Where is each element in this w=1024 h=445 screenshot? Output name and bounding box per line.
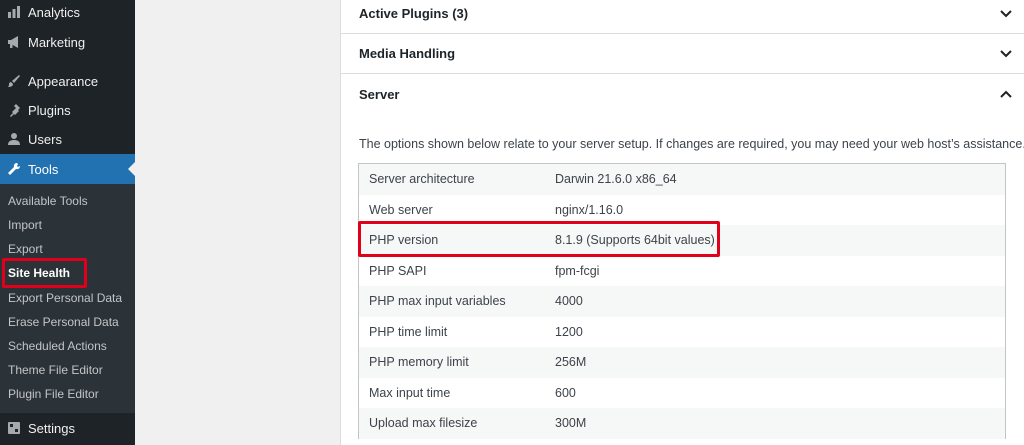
table-row: PHP version 8.1.9 (Supports 64bit values… <box>359 225 1005 256</box>
plug-icon <box>7 103 21 117</box>
menu-label: Plugins <box>28 102 71 118</box>
menu-item-marketing[interactable]: Marketing <box>0 27 135 57</box>
table-row: Server architecture Darwin 21.6.0 x86_64 <box>359 164 1005 195</box>
row-key: Server architecture <box>369 172 475 187</box>
admin-sidebar: Analytics Marketing Appearance Plugins U… <box>0 0 135 445</box>
row-value: nginx/1.16.0 <box>555 202 624 217</box>
submenu-available-tools[interactable]: Available Tools <box>0 189 135 213</box>
table-row: PHP time limit 1200 <box>359 317 1005 348</box>
server-info-table: Server architecture Darwin 21.6.0 x86_64… <box>358 163 1006 439</box>
menu-item-users[interactable]: Users <box>0 124 135 154</box>
submenu-theme-file-editor[interactable]: Theme File Editor <box>0 358 135 382</box>
site-health-info-panel: Active Plugins (3) Media Handling Server… <box>340 0 1024 445</box>
table-row: PHP memory limit 256M <box>359 347 1005 378</box>
row-key: Upload max filesize <box>369 416 478 431</box>
accordion-title: Server <box>359 86 400 102</box>
row-key: Max input time <box>369 385 451 400</box>
table-row: Web server nginx/1.16.0 <box>359 195 1005 226</box>
menu-item-tools[interactable]: Tools <box>0 154 135 184</box>
table-row: PHP SAPI fpm-fcgi <box>359 256 1005 287</box>
menu-label: Users <box>28 131 62 147</box>
row-value: 256M <box>555 355 587 370</box>
menu-label: Marketing <box>28 34 86 50</box>
megaphone-icon <box>7 35 21 49</box>
chevron-up-icon[interactable] <box>999 87 1013 101</box>
row-value: 600 <box>555 385 576 400</box>
server-description: The options shown below relate to your s… <box>359 137 1024 151</box>
row-key: PHP max input variables <box>369 294 506 309</box>
row-value: Darwin 21.6.0 x86_64 <box>555 172 677 187</box>
menu-item-plugins[interactable]: Plugins <box>0 95 135 125</box>
chevron-down-icon[interactable] <box>999 47 1013 61</box>
menu-label: Settings <box>28 420 75 436</box>
row-value: fpm-fcgi <box>555 263 600 278</box>
row-key: PHP SAPI <box>369 263 427 278</box>
accordion-title: Media Handling <box>359 46 456 61</box>
row-key: PHP version <box>369 233 439 248</box>
chevron-down-icon[interactable] <box>999 7 1013 21</box>
row-value: 1200 <box>555 324 583 339</box>
menu-label: Tools <box>28 161 59 177</box>
user-icon <box>7 132 21 146</box>
accordion-title: Active Plugins (3) <box>359 6 469 21</box>
submenu-site-health[interactable]: Site Health <box>0 261 135 285</box>
menu-label: Appearance <box>28 73 99 89</box>
submenu-plugin-file-editor[interactable]: Plugin File Editor <box>0 382 135 406</box>
menu-item-analytics[interactable]: Analytics <box>0 0 135 27</box>
accordion-media-handling[interactable]: Media Handling <box>341 34 1024 74</box>
accordion-active-plugins[interactable]: Active Plugins (3) <box>341 0 1024 34</box>
settings-icon <box>7 421 21 435</box>
menu-label: Analytics <box>28 4 81 20</box>
submenu-export[interactable]: Export <box>0 237 135 261</box>
row-value: 4000 <box>555 294 583 309</box>
menu-item-settings[interactable]: Settings <box>0 413 135 443</box>
row-key: Web server <box>369 202 433 217</box>
menu-item-appearance[interactable]: Appearance <box>0 66 135 96</box>
submenu-erase-personal-data[interactable]: Erase Personal Data <box>0 310 135 334</box>
row-key: PHP time limit <box>369 324 448 339</box>
row-value: 8.1.9 (Supports 64bit values) <box>555 233 715 248</box>
paintbrush-icon <box>7 74 21 88</box>
wrench-icon <box>7 162 21 176</box>
analytics-icon <box>7 5 21 19</box>
table-row: PHP max input variables 4000 <box>359 286 1005 317</box>
tools-submenu: Available Tools Import Export Site Healt… <box>0 184 135 413</box>
submenu-scheduled-actions[interactable]: Scheduled Actions <box>0 334 135 358</box>
table-row: Upload max filesize 300M <box>359 408 1005 439</box>
row-key: PHP memory limit <box>369 355 469 370</box>
table-row: Max input time 600 <box>359 378 1005 409</box>
submenu-export-personal-data[interactable]: Export Personal Data <box>0 286 135 310</box>
row-value: 300M <box>555 416 587 431</box>
accordion-server[interactable]: Server <box>341 74 1024 114</box>
current-menu-arrow <box>128 162 135 176</box>
submenu-import[interactable]: Import <box>0 213 135 237</box>
